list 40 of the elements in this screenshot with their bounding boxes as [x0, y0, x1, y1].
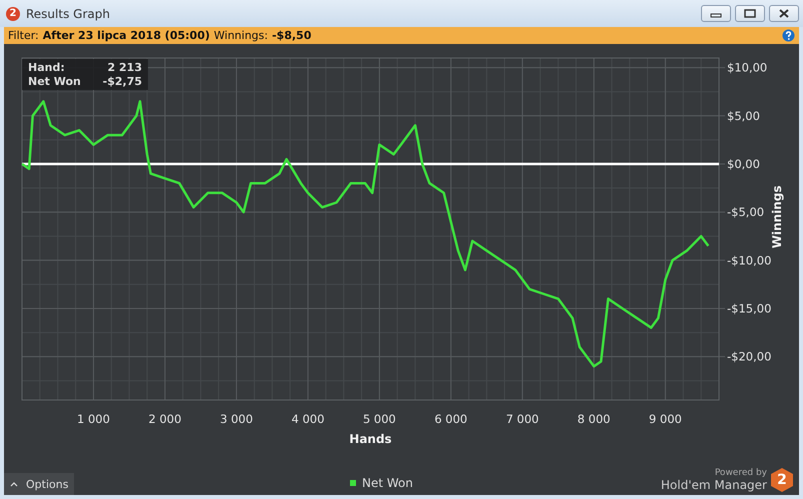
- filter-label: Filter:: [8, 29, 39, 42]
- y-tick-label: -$15,00: [727, 301, 772, 316]
- maximize-button[interactable]: [735, 5, 765, 22]
- winnings-value: -$8,50: [272, 29, 312, 42]
- x-tick-label: 6 000: [434, 412, 468, 426]
- y-axis-title: Winnings: [770, 186, 784, 248]
- options-button[interactable]: Options: [4, 473, 74, 495]
- y-tick-label: $0,00: [727, 156, 760, 171]
- x-tick-label: 5 000: [362, 412, 396, 426]
- x-axis-title: Hands: [349, 432, 392, 446]
- tooltip-label: Hand:: [28, 61, 66, 74]
- help-icon[interactable]: [782, 29, 795, 42]
- x-tick-label: 9 000: [648, 412, 682, 426]
- filter-value: After 23 lipca 2018 (05:00): [42, 29, 210, 42]
- brand-name: Hold'em Manager: [660, 478, 767, 492]
- y-tick-label: -$5,00: [727, 205, 764, 220]
- x-tick-label: 8 000: [577, 412, 610, 426]
- brand-logo: 2: [771, 468, 793, 492]
- y-tick-label: -$20,00: [727, 350, 772, 364]
- close-button[interactable]: [769, 5, 799, 22]
- close-icon: [778, 9, 790, 18]
- tooltip-value: -$2,75: [102, 75, 142, 88]
- winnings-label: Winnings:: [214, 29, 268, 42]
- tooltip-value: 2 213: [106, 61, 142, 74]
- legend-label: Net Won: [362, 476, 413, 490]
- app-logo: 2: [6, 6, 20, 20]
- caret-icon: [10, 481, 18, 487]
- y-tick-label: $5,00: [727, 108, 760, 123]
- maximize-icon: [744, 9, 756, 18]
- x-tick-label: 2 000: [148, 412, 182, 426]
- x-tick-label: 4 000: [291, 412, 324, 426]
- minimize-button[interactable]: [701, 5, 731, 22]
- x-tick-label: 7 000: [506, 412, 539, 426]
- x-tick-label: 1 000: [77, 412, 110, 426]
- y-tick-label: $10,00: [727, 60, 768, 75]
- window-title: Results Graph: [26, 6, 110, 20]
- x-tick-label: 3 000: [220, 412, 253, 426]
- y-tick-label: -$10,00: [727, 253, 772, 268]
- powered-by-text: Powered by: [714, 468, 767, 478]
- tooltip-label: Net Won: [28, 75, 82, 88]
